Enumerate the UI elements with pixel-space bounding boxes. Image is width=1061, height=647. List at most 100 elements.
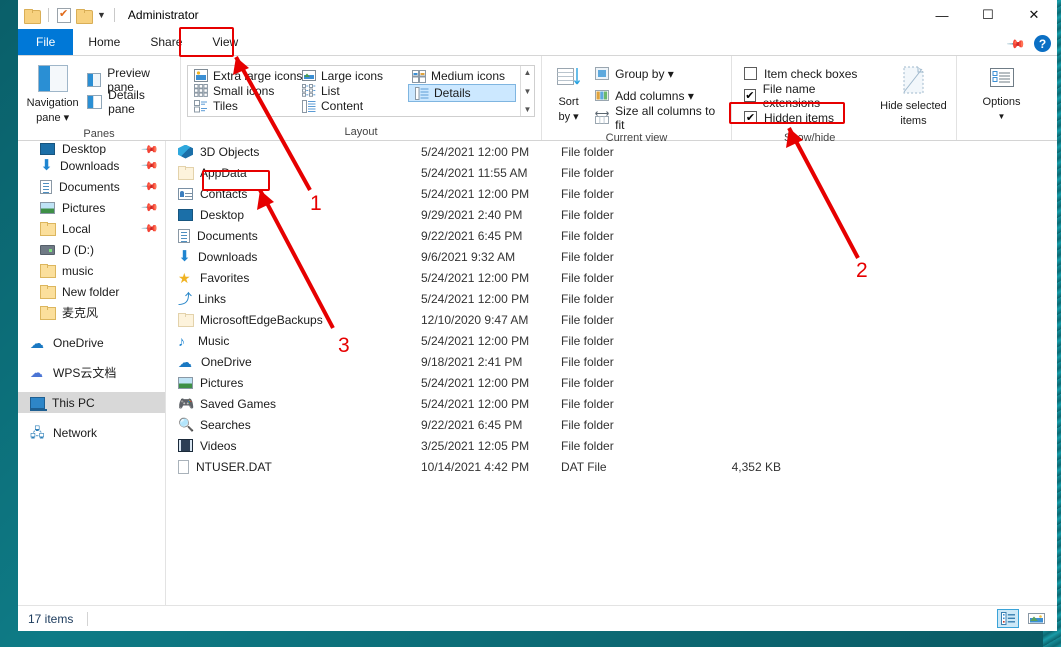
file-name-cell[interactable]: Pictures [166, 376, 421, 390]
sidebar-item-network[interactable]: 🖧 Network [18, 422, 165, 443]
pin-icon[interactable]: 📌 [141, 198, 160, 217]
options-caret-icon[interactable]: ▼ [998, 111, 1006, 123]
file-name-label: Pictures [200, 375, 244, 390]
file-name-cell[interactable]: ♪ Music [166, 334, 421, 348]
file-name-label: Documents [197, 228, 258, 243]
sidebar-item-local[interactable]: Local 📌 [18, 218, 165, 239]
table-row[interactable]: ⬇ Downloads 9/6/2021 9:32 AM File folder [166, 246, 1057, 267]
minimize-button[interactable]: — [919, 0, 965, 30]
layout-gallery: Extra large icons Small icons Tiles Larg… [187, 65, 535, 117]
sidebar-item-music[interactable]: music [18, 260, 165, 281]
file-name-label: Music [198, 333, 230, 348]
sidebar-item-wps-cloud[interactable]: ☁ WPS云文档 [18, 362, 165, 383]
navigation-pane[interactable]: Desktop 📌 ⬇ Downloads 📌 Documents 📌 Pict… [18, 141, 166, 605]
file-name-cell[interactable]: 🎮 Saved Games [166, 396, 421, 411]
table-row[interactable]: ⤴ Links 5/24/2021 12:00 PM File folder [166, 288, 1057, 309]
downloads-icon: ⬇ [178, 247, 191, 265]
layout-details[interactable]: Details [408, 84, 516, 102]
sidebar-item-documents[interactable]: Documents 📌 [18, 176, 165, 197]
size-all-columns-button[interactable]: Size all columns to fit [595, 104, 725, 132]
scroll-down-icon[interactable]: ▼ [524, 87, 532, 96]
sidebar-item-this-pc[interactable]: This PC [18, 392, 165, 413]
file-name-cell[interactable]: Contacts [166, 187, 421, 201]
new-folder-icon[interactable] [76, 8, 93, 24]
customize-quick-access-icon[interactable]: ▼ [97, 10, 106, 20]
table-row[interactable]: Contacts 5/24/2021 12:00 PM File folder [166, 183, 1057, 204]
extra-large-icons-icon [194, 69, 208, 83]
table-row[interactable]: ♪ Music 5/24/2021 12:00 PM File folder [166, 330, 1057, 351]
table-row[interactable]: Documents 9/22/2021 6:45 PM File folder [166, 225, 1057, 246]
music-icon: ♪ [178, 332, 185, 349]
file-name-cell[interactable]: NTUSER.DAT [166, 459, 421, 474]
layout-large-icons[interactable]: Large icons [296, 68, 406, 83]
pin-icon[interactable]: 📌 [141, 156, 160, 175]
gallery-expand-icon[interactable]: ▼ [524, 105, 532, 114]
layout-list[interactable]: List [296, 83, 406, 98]
pin-icon[interactable]: 📌 [141, 177, 160, 196]
scroll-up-icon[interactable]: ▲ [524, 68, 532, 77]
sidebar-item-d-drive[interactable]: D (D:) [18, 239, 165, 260]
table-row[interactable]: MicrosoftEdgeBackups 12/10/2020 9:47 AM … [166, 309, 1057, 330]
table-row[interactable]: Videos 3/25/2021 12:05 PM File folder [166, 435, 1057, 456]
tab-share[interactable]: Share [135, 29, 197, 55]
group-by-button[interactable]: Group by ▾ [595, 63, 725, 84]
file-name-cell[interactable]: Videos [166, 439, 421, 453]
layout-medium-icons[interactable]: Medium icons [406, 68, 518, 84]
file-name-label: Downloads [198, 249, 258, 264]
layout-small-icons[interactable]: Small icons [188, 83, 296, 98]
file-name-cell[interactable]: ★ Favorites [166, 271, 421, 285]
sort-by-button[interactable]: Sort by ▾ [548, 61, 589, 123]
file-list[interactable]: 3D Objects 5/24/2021 12:00 PM File folde… [166, 141, 1057, 605]
pin-icon[interactable]: 📌 [141, 143, 160, 155]
layout-extra-large-icons[interactable]: Extra large icons [188, 68, 302, 83]
tab-view[interactable]: View [197, 29, 254, 55]
file-name-cell[interactable]: AppData [166, 166, 421, 180]
properties-icon[interactable] [57, 7, 71, 23]
table-row[interactable]: 🔍 Searches 9/22/2021 6:45 PM File folder [166, 414, 1057, 435]
pin-icon[interactable]: 📌 [141, 219, 160, 238]
table-row[interactable]: ☁ OneDrive 9/18/2021 2:41 PM File folder [166, 351, 1057, 372]
layout-tiles[interactable]: Tiles [188, 99, 296, 114]
sidebar-item-downloads[interactable]: ⬇ Downloads 📌 [18, 155, 165, 176]
help-icon[interactable]: ? [1034, 35, 1051, 52]
sidebar-item-new-folder[interactable]: New folder [18, 281, 165, 302]
file-name-cell[interactable]: 🔍 Searches [166, 417, 421, 432]
table-row[interactable]: 3D Objects 5/24/2021 12:00 PM File folde… [166, 141, 1057, 162]
sidebar-item-desktop[interactable]: Desktop 📌 [18, 143, 165, 155]
table-row[interactable]: Desktop 9/29/2021 2:40 PM File folder [166, 204, 1057, 225]
pin-ribbon-icon[interactable]: 📌 [1006, 33, 1026, 53]
hide-selected-items-button[interactable]: Hide selected items [877, 61, 950, 127]
item-check-boxes-checkbox[interactable] [744, 67, 757, 80]
sidebar-item-pictures[interactable]: Pictures 📌 [18, 197, 165, 218]
layout-content[interactable]: Content [296, 99, 406, 114]
file-name-cell[interactable]: Desktop [166, 208, 421, 222]
file-name-cell[interactable]: Documents [166, 228, 421, 243]
hidden-items-option[interactable]: ✔ Hidden items [744, 107, 863, 128]
file-name-cell[interactable]: ☁ OneDrive [166, 355, 421, 369]
table-row[interactable]: AppData 5/24/2021 11:55 AM File folder [166, 162, 1057, 183]
table-row[interactable]: 🎮 Saved Games 5/24/2021 12:00 PM File fol… [166, 393, 1057, 414]
table-row[interactable]: NTUSER.DAT 10/14/2021 4:42 PM DAT File 4… [166, 456, 1057, 477]
details-pane-button[interactable]: Details pane [87, 88, 174, 116]
file-name-extensions-option[interactable]: ✔ File name extensions [744, 82, 863, 110]
tab-home[interactable]: Home [73, 29, 135, 55]
hidden-items-checkbox[interactable]: ✔ [744, 111, 757, 124]
file-name-extensions-checkbox[interactable]: ✔ [744, 89, 756, 102]
details-view-button[interactable] [997, 609, 1019, 628]
sidebar-item-onedrive[interactable]: ☁ OneDrive [18, 332, 165, 353]
navigation-pane-button[interactable]: Navigation pane ▾ [24, 61, 81, 124]
file-name-cell[interactable]: 3D Objects [166, 144, 421, 159]
large-icons-view-button[interactable] [1025, 609, 1047, 628]
file-name-cell[interactable]: ⤴ Links [166, 292, 421, 306]
folder-icon[interactable] [24, 8, 41, 24]
file-name-cell[interactable]: MicrosoftEdgeBackups [166, 313, 421, 327]
table-row[interactable]: Pictures 5/24/2021 12:00 PM File folder [166, 372, 1057, 393]
maximize-button[interactable]: ☐ [965, 0, 1011, 30]
options-button[interactable]: Options ▼ [967, 61, 1037, 123]
layout-gallery-scrollbar[interactable]: ▲ ▼ ▼ [520, 66, 534, 116]
sidebar-item-microphone[interactable]: 麦克风 [18, 302, 165, 323]
file-name-cell[interactable]: ⬇ Downloads [166, 247, 421, 265]
close-button[interactable]: ✕ [1011, 0, 1057, 30]
table-row[interactable]: ★ Favorites 5/24/2021 12:00 PM File folde… [166, 267, 1057, 288]
tab-file[interactable]: File [18, 29, 74, 55]
